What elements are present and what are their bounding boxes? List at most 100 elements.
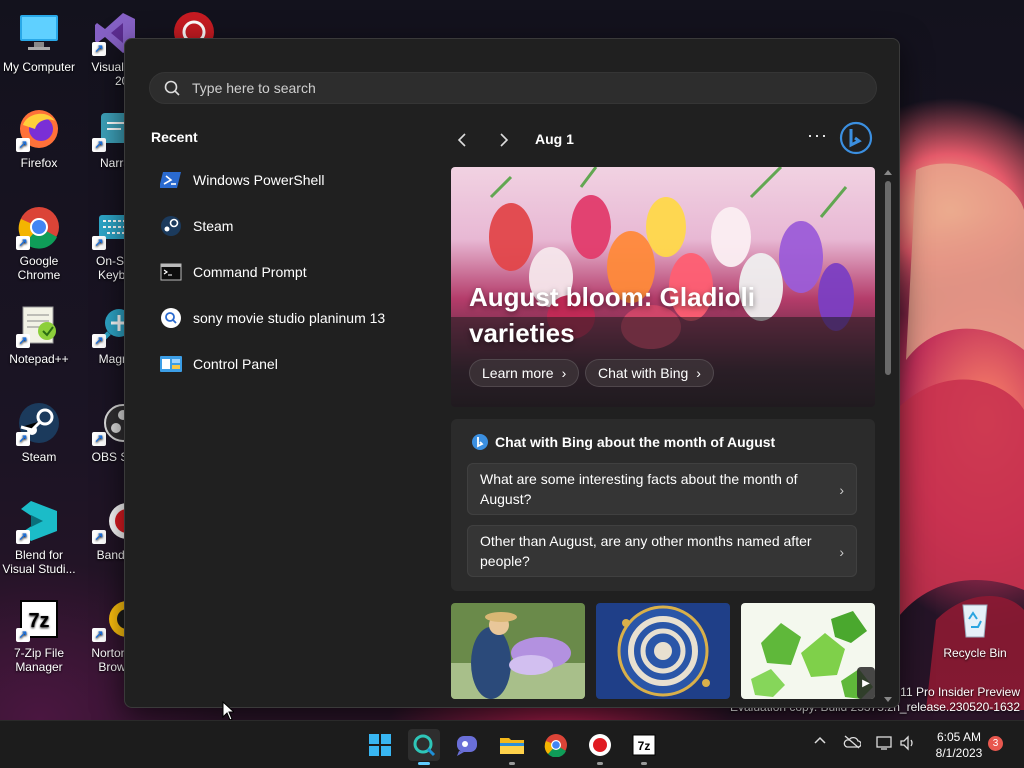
network-icon xyxy=(876,736,892,750)
zodiac-spiral-photo xyxy=(596,603,730,699)
bing-chat-icon xyxy=(839,121,873,155)
recent-item-label: Control Panel xyxy=(193,356,278,372)
desktop-icon-label: Firefox xyxy=(20,156,58,170)
previous-day-button[interactable] xyxy=(451,129,473,151)
question-text: Other than August, are any other months … xyxy=(480,533,812,569)
chevron-right-icon: › xyxy=(696,365,701,381)
show-hidden-icons-button[interactable] xyxy=(812,735,828,745)
desktop-icon-label: Blend for xyxy=(14,548,64,562)
suggested-question[interactable]: Other than August, are any other months … xyxy=(467,525,857,577)
teams-chat-icon xyxy=(457,736,477,756)
chat-heading: Chat with Bing about the month of August xyxy=(471,433,775,451)
recent-item-steam[interactable]: Steam xyxy=(151,203,431,249)
next-day-button[interactable] xyxy=(493,129,515,151)
app-shortcut-icon xyxy=(174,12,214,38)
taskbar-bandicam[interactable] xyxy=(584,729,616,765)
onedrive-tray-icon[interactable] xyxy=(842,735,862,749)
active-indicator xyxy=(418,762,430,765)
hero-card[interactable]: August bloom: Gladioli varieties Learn m… xyxy=(451,167,875,407)
taskbar-search-button[interactable] xyxy=(408,729,440,765)
chevron-right-icon xyxy=(500,133,509,147)
volume-tray-icon[interactable] xyxy=(898,735,918,751)
taskbar: 7z 6:05 AM 8/1/2023 3 xyxy=(0,720,1024,768)
widget-scrollbar[interactable] xyxy=(881,167,895,707)
file-explorer-icon xyxy=(500,738,524,754)
recent-item-command-prompt[interactable]: Command Prompt xyxy=(151,249,431,295)
search-icon xyxy=(413,734,436,757)
chevron-up-icon xyxy=(814,736,826,744)
control-panel-icon xyxy=(159,352,183,376)
desktop-icon-7zip[interactable]: 7z ↗ 7-Zip File Manager xyxy=(0,596,78,674)
desktop-icon-label: Recycle Bin xyxy=(943,646,1007,660)
suggested-question[interactable]: What are some interesting facts about th… xyxy=(467,463,857,515)
recent-item-search-query[interactable]: sony movie studio planinum 13 xyxy=(151,295,431,341)
chevron-right-icon: › xyxy=(839,482,844,498)
desktop-icon-partial[interactable] xyxy=(172,8,216,38)
notification-badge[interactable]: 3 xyxy=(988,736,1003,751)
search-box[interactable] xyxy=(149,72,877,104)
steam-icon: ↗ xyxy=(16,400,62,446)
running-indicator xyxy=(641,762,647,765)
chat-heading-text: Chat with Bing about the month of August xyxy=(495,434,776,450)
learn-more-button[interactable]: Learn more › xyxy=(469,359,580,387)
recent-item-label: Windows PowerShell xyxy=(193,172,325,188)
firefox-icon: ↗ xyxy=(16,106,62,152)
network-tray-icon[interactable] xyxy=(874,735,894,751)
shortcut-arrow-icon: ↗ xyxy=(16,334,30,348)
7zip-icon: 7z ↗ xyxy=(16,596,62,642)
chevron-right-icon: ▶ xyxy=(862,677,870,689)
search-icon xyxy=(164,80,180,96)
clock-date: 8/1/2023 xyxy=(935,746,983,760)
search-icon xyxy=(159,306,183,330)
steam-icon xyxy=(159,214,183,238)
thumbnails-next-button[interactable]: ▶ xyxy=(857,667,875,699)
desktop-icon-label: Steam xyxy=(21,450,57,464)
scroll-up-icon xyxy=(884,170,892,175)
taskbar-chrome[interactable] xyxy=(540,729,572,761)
question-text: What are some interesting facts about th… xyxy=(480,471,798,507)
thumbnail-green-gems[interactable] xyxy=(741,603,875,699)
desktop-icon-chrome[interactable]: ↗ Google Chrome xyxy=(0,204,78,282)
windows-start-icon xyxy=(369,734,391,756)
shortcut-arrow-icon: ↗ xyxy=(92,530,106,544)
recycle-bin-icon xyxy=(952,596,998,642)
recent-list: Windows PowerShell Steam Command Prompt … xyxy=(151,157,431,387)
learn-more-label: Learn more xyxy=(482,365,554,381)
bing-button[interactable] xyxy=(839,121,873,160)
more-options-button[interactable]: ··· xyxy=(807,125,828,146)
desktop-icon-label: 7-Zip File xyxy=(13,646,64,660)
desktop-icon-recycle-bin[interactable]: Recycle Bin xyxy=(936,596,1014,660)
bandicam-icon xyxy=(589,734,611,756)
search-input[interactable] xyxy=(192,80,792,96)
thumbnail-zodiac-spiral[interactable] xyxy=(596,603,730,699)
start-button[interactable] xyxy=(364,729,396,761)
desktop-icon-my-computer[interactable]: My Computer xyxy=(0,10,78,74)
desktop-icon-notepadpp[interactable]: ↗ Notepad++ xyxy=(0,302,78,366)
recent-item-control-panel[interactable]: Control Panel xyxy=(151,341,431,387)
desktop-icon-blend[interactable]: ↗ Blend for Visual Studi... xyxy=(0,498,78,576)
svg-text:7z: 7z xyxy=(638,739,651,753)
shortcut-arrow-icon: ↗ xyxy=(16,530,30,544)
thumbnail-flowers-person[interactable] xyxy=(451,603,585,699)
recent-item-powershell[interactable]: Windows PowerShell xyxy=(151,157,431,203)
chat-with-bing-button[interactable]: Chat with Bing › xyxy=(585,359,714,387)
taskbar-chat-button[interactable] xyxy=(452,729,484,761)
shortcut-arrow-icon: ↗ xyxy=(92,628,106,642)
desktop-icon-firefox[interactable]: ↗ Firefox xyxy=(0,106,78,170)
shortcut-arrow-icon: ↗ xyxy=(92,42,106,56)
taskbar-clock[interactable]: 6:05 AM 8/1/2023 xyxy=(928,729,990,761)
taskbar-file-explorer[interactable] xyxy=(496,729,528,765)
bing-chat-icon xyxy=(472,434,488,450)
desktop-icon-steam[interactable]: ↗ Steam xyxy=(0,400,78,464)
clock-time: 6:05 AM xyxy=(936,730,982,744)
chevron-left-icon xyxy=(457,133,466,147)
shortcut-arrow-icon: ↗ xyxy=(16,432,30,446)
running-indicator xyxy=(597,762,603,765)
chrome-icon: ↗ xyxy=(16,204,62,250)
recent-item-label: Command Prompt xyxy=(193,264,307,280)
scrollbar-thumb[interactable] xyxy=(885,181,891,375)
cloud-icon xyxy=(843,735,861,749)
taskbar-7zip[interactable]: 7z xyxy=(628,729,660,765)
bing-chat-card: Chat with Bing about the month of August… xyxy=(451,419,875,591)
desktop-icon-label: Chrome xyxy=(17,268,61,282)
